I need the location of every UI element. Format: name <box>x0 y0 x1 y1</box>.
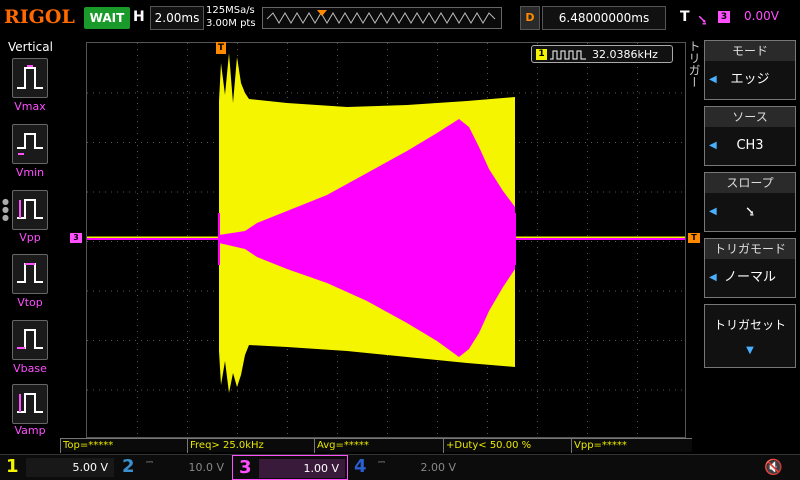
measurement-top[interactable]: Top=***** <box>60 439 186 453</box>
menu-source-title: ソース <box>705 107 795 127</box>
trigger-position-marker-icon <box>317 10 327 16</box>
vtop-label: Vtop <box>17 296 43 309</box>
left-arrow-icon: ◀ <box>709 74 717 85</box>
vamp-icon <box>17 393 43 413</box>
menu-mode-value: エッジ <box>730 72 770 87</box>
trigger-position-marker[interactable]: T <box>216 42 226 54</box>
sidebar-title: Vertical <box>8 40 53 54</box>
rigol-logo: RIGOL <box>4 6 75 28</box>
ch4-scale: 2.00 V <box>420 461 456 474</box>
memory-waveform-thumbnail <box>266 10 496 24</box>
measurement-freq[interactable]: Freq> 25.0kHz <box>187 439 313 453</box>
menu-trigger-mode[interactable]: トリガモード ◀ ノーマル <box>704 238 796 298</box>
measurement-avg[interactable]: Avg=***** <box>314 439 442 453</box>
vbase-icon <box>17 329 43 349</box>
left-arrow-icon: ◀ <box>709 140 717 151</box>
menu-trigger-set-title: トリガセット <box>713 318 786 332</box>
memory-position-bar[interactable] <box>262 7 502 29</box>
ch3-offset-marker[interactable]: 3 <box>70 233 82 243</box>
vpp-button[interactable] <box>12 190 48 230</box>
vmin-icon <box>17 133 43 155</box>
square-wave-icon <box>550 50 586 60</box>
menu-trigger-set[interactable]: トリガセット ▼ <box>704 304 796 368</box>
frequency-counter-value: 32.0386kHz <box>592 48 658 61</box>
left-arrow-icon: ◀ <box>709 206 717 217</box>
vamp-button[interactable] <box>12 384 48 424</box>
ch4-number: 4 <box>354 456 367 477</box>
vmin-button[interactable] <box>12 124 48 164</box>
trigger-level-readout[interactable]: 0.00V <box>744 9 779 23</box>
vmax-button[interactable] <box>12 58 48 98</box>
ch3-number: 3 <box>239 457 252 478</box>
ch2-scale: 10.0 V <box>188 461 224 474</box>
falling-edge-icon: ⭸ <box>698 12 707 28</box>
delay-readout[interactable]: 6.48000000ms <box>542 6 666 30</box>
trigger-label: T <box>680 9 690 25</box>
ch2-number: 2 <box>122 456 135 477</box>
vtop-icon <box>17 263 43 283</box>
memory-depth: 3.00M pts <box>206 18 256 29</box>
measurement-vpp[interactable]: Vpp=***** <box>571 439 692 453</box>
vbase-button[interactable] <box>12 320 48 360</box>
channel-3[interactable]: 3 ⎓ 1.00 V <box>232 455 348 480</box>
ch1-number: 1 <box>6 456 19 477</box>
trigger-source-badge: 3 <box>718 11 730 23</box>
falling-slope-icon: ⭸ <box>745 204 755 219</box>
trigger-level-marker[interactable]: T <box>688 233 700 243</box>
vamp-label: Vamp <box>14 424 46 437</box>
menu-source[interactable]: ソース ◀ CH3 <box>704 106 796 166</box>
channel-1[interactable]: 1 ⎓ 5.00 V <box>0 455 116 480</box>
trigger-menu-title: トリガー <box>687 40 701 88</box>
menu-mode-title: モード <box>705 41 795 61</box>
vpp-label: Vpp <box>19 231 41 244</box>
measurement-duty[interactable]: +Duty< 50.00 % <box>443 439 570 453</box>
timebase-readout[interactable]: 2.00ms <box>150 6 204 30</box>
frequency-counter[interactable]: 1 32.0386kHz <box>531 45 673 63</box>
delay-label: D <box>520 6 540 30</box>
sample-rate-readout: 125MSa/s 3.00M pts <box>206 4 256 30</box>
menu-source-value: CH3 <box>736 138 764 153</box>
menu-mode[interactable]: モード ◀ エッジ <box>704 40 796 100</box>
waveform-traces <box>87 53 685 393</box>
ch3-scale: 1.00 V <box>259 459 345 478</box>
vpp-icon <box>17 199 43 219</box>
page-dots-icon: ● ● ● <box>2 197 9 222</box>
horizontal-label: H <box>133 9 145 25</box>
ch1-scale: 5.00 V <box>26 458 114 477</box>
channel-4[interactable]: 4 ⎓ 2.00 V <box>348 455 464 480</box>
menu-trigger-mode-value: ノーマル <box>723 270 776 285</box>
vbase-label: Vbase <box>13 362 47 375</box>
vmax-label: Vmax <box>14 100 46 113</box>
waveform-display[interactable]: 1 32.0386kHz <box>86 42 686 438</box>
left-arrow-icon: ◀ <box>709 272 717 283</box>
channel-2[interactable]: 2 ⎓ 10.0 V <box>116 455 232 480</box>
menu-slope-title: スロープ <box>705 173 795 193</box>
counter-channel-badge: 1 <box>536 49 547 60</box>
vtop-button[interactable] <box>12 254 48 294</box>
chevron-down-icon: ▼ <box>746 345 754 356</box>
vmin-label: Vmin <box>15 166 45 179</box>
sample-rate: 125MSa/s <box>206 5 255 16</box>
menu-slope[interactable]: スロープ ◀ ⭸ <box>704 172 796 232</box>
vmax-icon <box>17 65 43 89</box>
menu-trigger-mode-title: トリガモード <box>705 239 795 259</box>
speaker-mute-icon[interactable]: 🔇 <box>764 458 783 476</box>
acquisition-status-badge: WAIT <box>84 7 130 29</box>
